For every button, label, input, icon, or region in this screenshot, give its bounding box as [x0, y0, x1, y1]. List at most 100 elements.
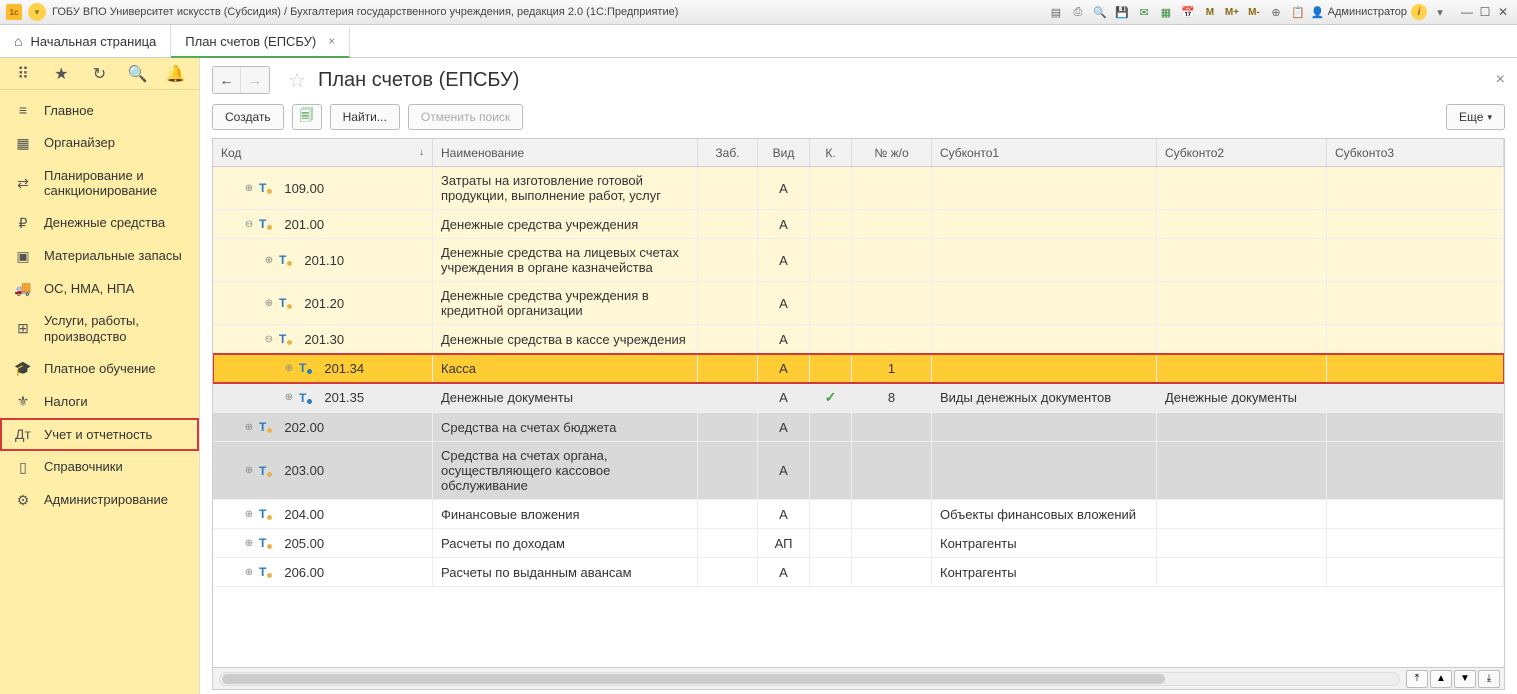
col-sub1[interactable]: Субконто1: [932, 139, 1157, 166]
scroll-top-button[interactable]: ⤒: [1406, 670, 1428, 688]
col-code[interactable]: Код↓: [213, 139, 433, 166]
chevron-down-icon[interactable]: ▾: [1431, 3, 1449, 21]
tree-toggle-icon[interactable]: ⊕: [243, 509, 255, 520]
tab-chart-of-accounts[interactable]: План счетов (ЕПСБУ) ×: [171, 26, 350, 58]
sidebar-item-11[interactable]: ⚙Администрирование: [0, 484, 199, 517]
tree-toggle-icon[interactable]: ⊕: [243, 422, 255, 433]
sidebar-item-9[interactable]: ДтУчет и отчетность: [0, 418, 199, 451]
scroll-down-button[interactable]: ▼: [1454, 670, 1476, 688]
sidebar-item-4[interactable]: ▣Материальные запасы: [0, 240, 199, 273]
table-row[interactable]: ⊕ T 201.35 Денежные документыА✓8Виды ден…: [213, 383, 1504, 413]
search-icon[interactable]: 🔍: [126, 64, 150, 84]
col-vid[interactable]: Вид: [758, 139, 810, 166]
sidebar-item-2[interactable]: ⇄Планирование и санкционирование: [0, 160, 199, 207]
close-page-icon[interactable]: ×: [1496, 71, 1505, 89]
sidebar-item-5[interactable]: 🚚ОС, НМА, НПА: [0, 272, 199, 305]
tree-toggle-icon[interactable]: ⊕: [263, 298, 275, 309]
cell-njo: [852, 529, 932, 557]
m-minus-icon[interactable]: M-: [1245, 3, 1263, 21]
cell-zab: [698, 383, 758, 412]
table-row[interactable]: ⊕ T 201.34 КассаА1: [213, 354, 1504, 383]
save-icon[interactable]: 💾: [1113, 3, 1131, 21]
col-njo[interactable]: № ж/о: [852, 139, 932, 166]
cancel-search-button[interactable]: Отменить поиск: [408, 104, 523, 130]
table-row[interactable]: ⊕ T 204.00 Финансовые вложенияАОбъекты ф…: [213, 500, 1504, 529]
user-label[interactable]: 👤Администратор: [1311, 6, 1407, 19]
calendar-icon[interactable]: 📅: [1179, 3, 1197, 21]
table-row[interactable]: ⊕ T 202.00 Средства на счетах бюджетаА: [213, 413, 1504, 442]
cell-sub2: [1157, 167, 1327, 209]
info-icon[interactable]: i: [1411, 4, 1427, 20]
send-icon[interactable]: ✉: [1135, 3, 1153, 21]
col-sub2[interactable]: Субконто2: [1157, 139, 1327, 166]
horizontal-scrollbar[interactable]: [219, 672, 1400, 686]
print-icon[interactable]: ⎙: [1069, 3, 1087, 21]
table-row[interactable]: ⊕ T 109.00 Затраты на изготовление готов…: [213, 167, 1504, 210]
scroll-up-button[interactable]: ▲: [1430, 670, 1452, 688]
cell-zab: [698, 413, 758, 441]
sidebar-item-label: Главное: [44, 103, 189, 119]
maximize-icon[interactable]: ☐: [1477, 5, 1493, 19]
tab-home[interactable]: ⌂ Начальная страница: [0, 25, 171, 57]
zoom-in-icon[interactable]: ⊕: [1267, 3, 1285, 21]
tree-toggle-icon[interactable]: ⊖: [263, 334, 275, 345]
cell-code: ⊕ T 109.00: [213, 167, 433, 209]
table-row[interactable]: ⊖ T 201.30 Денежные средства в кассе учр…: [213, 325, 1504, 354]
notifications-icon[interactable]: 🔔: [164, 64, 188, 84]
col-k[interactable]: К.: [810, 139, 852, 166]
cell-vid: А: [758, 282, 810, 324]
cell-sub1: Контрагенты: [932, 558, 1157, 586]
history-icon[interactable]: ↻: [87, 64, 111, 84]
clipboard-icon[interactable]: 📋: [1289, 3, 1307, 21]
preview-icon[interactable]: 🔍: [1091, 3, 1109, 21]
more-button[interactable]: Еще: [1446, 104, 1505, 130]
tree-toggle-icon[interactable]: ⊖: [243, 219, 255, 230]
tree-toggle-icon[interactable]: ⊕: [263, 255, 275, 266]
nav-back-button[interactable]: ←: [213, 67, 241, 93]
cell-k: [810, 239, 852, 281]
m-icon[interactable]: M: [1201, 3, 1219, 21]
cell-sub1: Объекты финансовых вложений: [932, 500, 1157, 528]
favorite-star-icon[interactable]: ★: [49, 64, 73, 84]
scroll-bottom-button[interactable]: ⤓: [1478, 670, 1500, 688]
layout-icon[interactable]: ▤: [1047, 3, 1065, 21]
favorite-page-icon[interactable]: ☆: [288, 68, 306, 93]
tree-toggle-icon[interactable]: ⊕: [283, 392, 295, 403]
tree-toggle-icon[interactable]: ⊕: [243, 538, 255, 549]
tree-toggle-icon[interactable]: ⊕: [243, 567, 255, 578]
table-row[interactable]: ⊕ T 206.00 Расчеты по выданным авансамАК…: [213, 558, 1504, 587]
table-row[interactable]: ⊕ T 203.00 Средства на счетах органа, ос…: [213, 442, 1504, 500]
col-sub3[interactable]: Субконто3: [1327, 139, 1504, 166]
sidebar-item-0[interactable]: ≡Главное: [0, 94, 199, 127]
sidebar-item-8[interactable]: ⚜Налоги: [0, 385, 199, 418]
tree-toggle-icon[interactable]: ⊕: [283, 363, 295, 374]
copy-button[interactable]: 🗐: [292, 104, 322, 130]
table-row[interactable]: ⊖ T 201.00 Денежные средства учрежденияА: [213, 210, 1504, 239]
col-name[interactable]: Наименование: [433, 139, 698, 166]
cell-njo: [852, 500, 932, 528]
sidebar-icon: Дт: [14, 426, 32, 443]
sidebar-item-1[interactable]: ▦Органайзер: [0, 127, 199, 160]
app-menu-dropdown-icon[interactable]: ▾: [28, 3, 46, 21]
toolbar: Создать 🗐 Найти... Отменить поиск Еще: [212, 104, 1505, 130]
table-row[interactable]: ⊕ T 201.10 Денежные средства на лицевых …: [213, 239, 1504, 282]
apps-grid-icon[interactable]: ⠿: [11, 64, 35, 84]
table-row[interactable]: ⊕ T 201.20 Денежные средства учреждения …: [213, 282, 1504, 325]
close-window-icon[interactable]: ✕: [1495, 5, 1511, 19]
calculator-icon[interactable]: ▦: [1157, 3, 1175, 21]
minimize-icon[interactable]: —: [1459, 5, 1475, 19]
sidebar-item-3[interactable]: ₽Денежные средства: [0, 207, 199, 240]
tree-toggle-icon[interactable]: ⊕: [243, 183, 255, 194]
sidebar-item-label: ОС, НМА, НПА: [44, 281, 189, 297]
m-plus-icon[interactable]: M+: [1223, 3, 1241, 21]
sidebar-item-10[interactable]: ▯Справочники: [0, 451, 199, 484]
table-row[interactable]: ⊕ T 205.00 Расчеты по доходамАПКонтраген…: [213, 529, 1504, 558]
find-button[interactable]: Найти...: [330, 104, 400, 130]
col-zab[interactable]: Заб.: [698, 139, 758, 166]
nav-forward-button[interactable]: →: [241, 67, 269, 93]
sidebar-item-6[interactable]: ⊞Услуги, работы, производство: [0, 305, 199, 352]
tree-toggle-icon[interactable]: ⊕: [243, 465, 255, 476]
sidebar-item-7[interactable]: 🎓Платное обучение: [0, 352, 199, 385]
tab-close-icon[interactable]: ×: [328, 34, 335, 48]
create-button[interactable]: Создать: [212, 104, 284, 130]
